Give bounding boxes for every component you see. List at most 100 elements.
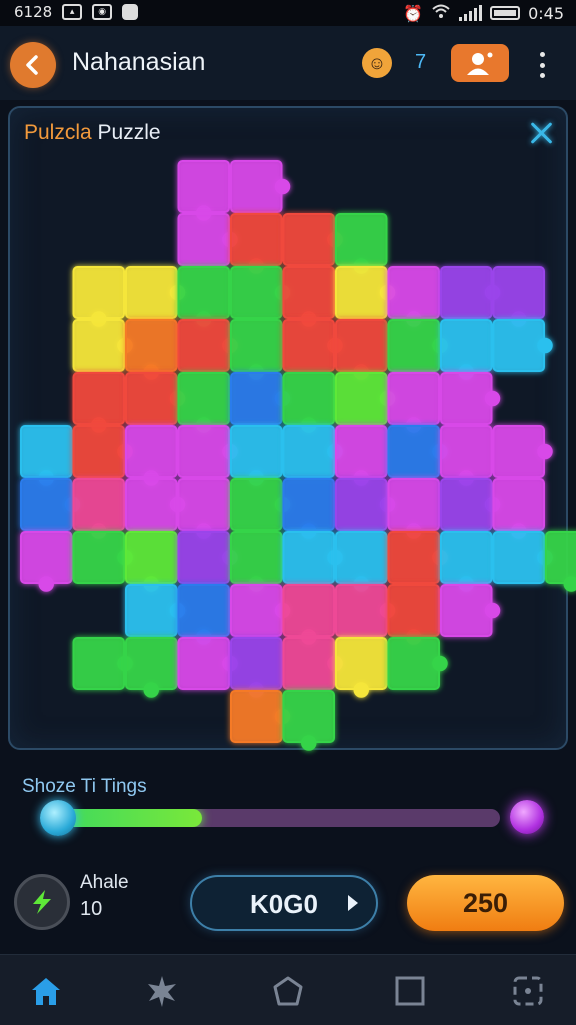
nav-gallery[interactable] (388, 969, 432, 1013)
puzzle-piece[interactable] (177, 266, 230, 327)
puzzle-piece[interactable] (177, 372, 230, 433)
panel-title: Pulzcla Puzzle (24, 121, 161, 145)
puzzle-piece[interactable] (125, 425, 178, 486)
close-icon[interactable] (526, 118, 556, 148)
puzzle-piece[interactable] (282, 690, 335, 751)
puzzle-piece[interactable] (125, 584, 186, 637)
puzzle-piece[interactable] (230, 478, 291, 531)
puzzle-piece[interactable] (387, 637, 448, 690)
puzzle-piece[interactable] (440, 319, 493, 380)
puzzle-piece[interactable] (335, 531, 388, 592)
puzzle-piece[interactable] (72, 319, 133, 372)
puzzle-piece[interactable] (230, 425, 283, 486)
puzzle-piece[interactable] (177, 319, 238, 372)
status-bar: 6128 ▴ ◉ ⏰ 0:45 (0, 0, 576, 26)
friends-button[interactable] (451, 44, 509, 82)
puzzle-piece[interactable] (282, 372, 335, 433)
puzzle-piece[interactable] (440, 478, 501, 531)
puzzle-piece[interactable] (335, 584, 396, 637)
puzzle-piece[interactable] (440, 372, 501, 425)
puzzle-piece[interactable] (492, 266, 545, 327)
puzzle-piece[interactable] (387, 425, 448, 478)
puzzle-piece[interactable] (282, 637, 343, 690)
puzzle-piece[interactable] (72, 637, 133, 690)
puzzle-piece[interactable] (492, 478, 545, 539)
puzzle-piece[interactable] (125, 637, 178, 698)
pentagon-icon (273, 976, 303, 1006)
puzzle-piece[interactable] (387, 531, 448, 584)
puzzle-piece[interactable] (440, 531, 493, 592)
puzzle-piece[interactable] (230, 266, 291, 319)
puzzle-piece[interactable] (230, 690, 291, 743)
puzzle-piece[interactable] (387, 319, 448, 372)
more-menu-button[interactable] (530, 50, 554, 80)
puzzle-piece[interactable] (20, 478, 81, 531)
puzzle-piece[interactable] (177, 584, 230, 645)
puzzle-piece[interactable] (230, 213, 283, 274)
puzzle-piece[interactable] (177, 160, 230, 221)
puzzle-piece[interactable] (335, 478, 396, 531)
puzzle-piece[interactable] (545, 531, 576, 592)
nav-puzzles[interactable] (506, 969, 550, 1013)
puzzle-piece[interactable] (492, 319, 553, 372)
slider-end-orb[interactable] (510, 800, 544, 834)
puzzle-piece[interactable] (230, 584, 291, 637)
coins-button[interactable]: 250 (407, 875, 564, 931)
home-icon (32, 978, 60, 1005)
media-notification-icon: ◉ (92, 4, 113, 20)
nav-achievements[interactable] (140, 969, 184, 1013)
puzzle-piece[interactable] (230, 372, 291, 425)
puzzle-piece[interactable] (20, 425, 73, 486)
puzzle-piece[interactable] (492, 531, 553, 584)
puzzle-piece[interactable] (387, 584, 440, 645)
puzzle-piece[interactable] (440, 266, 501, 319)
puzzle-piece[interactable] (230, 160, 291, 213)
puzzle-piece[interactable] (72, 425, 133, 478)
puzzle-piece[interactable] (125, 478, 186, 531)
nav-home[interactable] (24, 969, 68, 1013)
puzzle-piece[interactable] (72, 478, 125, 539)
puzzle-piece[interactable] (230, 531, 283, 592)
puzzle-piece[interactable] (20, 531, 73, 592)
nav-pieces[interactable] (266, 969, 310, 1013)
puzzle-piece[interactable] (335, 319, 388, 380)
puzzle-piece[interactable] (177, 531, 238, 584)
puzzle-piece[interactable] (440, 425, 493, 486)
puzzle-piece[interactable] (282, 266, 335, 327)
puzzle-piece[interactable] (335, 425, 388, 486)
puzzle-piece[interactable] (440, 584, 501, 637)
puzzle-piece[interactable] (125, 319, 178, 380)
puzzle-piece[interactable] (125, 266, 186, 319)
puzzle-piece[interactable] (72, 372, 125, 433)
puzzle-piece[interactable] (282, 319, 343, 372)
puzzle-piece[interactable] (177, 478, 230, 539)
play-arrow-icon (348, 895, 358, 911)
puzzle-piece[interactable] (282, 213, 343, 266)
score-button[interactable]: K0G0 (190, 875, 378, 931)
slider-start-knob[interactable] (40, 800, 76, 836)
puzzle-piece[interactable] (282, 425, 343, 478)
back-button[interactable] (10, 42, 56, 88)
puzzle-piece[interactable] (230, 319, 283, 380)
puzzle-piece[interactable] (387, 478, 440, 539)
puzzle-piece[interactable] (335, 266, 396, 319)
puzzle-piece[interactable] (177, 213, 238, 266)
puzzle-piece[interactable] (177, 637, 238, 690)
hint-button[interactable] (14, 874, 70, 930)
puzzle-piece[interactable] (125, 531, 178, 592)
puzzle-piece[interactable] (125, 372, 186, 425)
puzzle-piece[interactable] (387, 266, 440, 327)
puzzle-piece[interactable] (387, 372, 440, 433)
puzzle-piece[interactable] (72, 531, 133, 584)
puzzle-piece[interactable] (492, 425, 553, 478)
puzzle-piece[interactable] (282, 584, 335, 645)
puzzle-piece[interactable] (177, 425, 238, 478)
puzzle-piece[interactable] (282, 478, 335, 539)
puzzle-piece[interactable] (335, 372, 396, 425)
puzzle-piece[interactable] (282, 531, 343, 584)
progress-slider-track[interactable] (48, 809, 500, 827)
puzzle-piece[interactable] (230, 637, 283, 698)
puzzle-piece[interactable] (335, 213, 388, 274)
puzzle-piece[interactable] (72, 266, 125, 327)
puzzle-piece[interactable] (335, 637, 388, 698)
